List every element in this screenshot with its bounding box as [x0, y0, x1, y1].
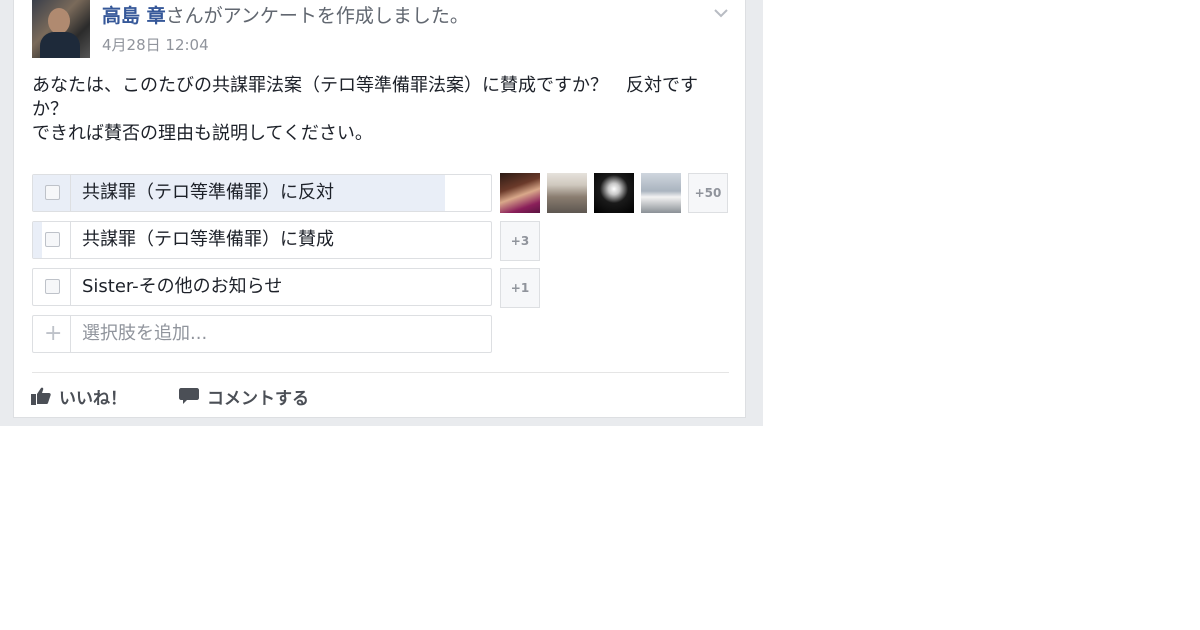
- voter-avatar[interactable]: [594, 173, 634, 213]
- more-voters-count[interactable]: +1: [500, 268, 540, 308]
- author-avatar[interactable]: [32, 0, 90, 58]
- poll-option-oppose[interactable]: 共謀罪（テロ等準備罪）に反対: [32, 174, 492, 212]
- option-checkbox-cell[interactable]: [33, 175, 71, 211]
- comment-label: コメントする: [207, 388, 309, 409]
- poll-question: あなたは、このたびの共謀罪法案（テロ等準備罪法案）に賛成ですか？ 反対ですか？ …: [32, 74, 732, 146]
- option-label: 共謀罪（テロ等準備罪）に賛成: [82, 229, 334, 250]
- poll-question-line: あなたは、このたびの共謀罪法案（テロ等準備罪法案）に賛成ですか？ 反対ですか？: [32, 75, 698, 120]
- speech-bubble-icon: [179, 388, 199, 404]
- voter-avatar[interactable]: [500, 173, 540, 213]
- post-timestamp[interactable]: 4月28日 12:04: [102, 34, 209, 55]
- option-checkbox-cell[interactable]: [33, 222, 71, 258]
- more-voters-count[interactable]: +3: [500, 221, 540, 261]
- more-voters-count[interactable]: +50: [688, 173, 728, 213]
- like-label: いいね！: [59, 388, 127, 409]
- author-name-link[interactable]: 高島 章: [102, 5, 166, 27]
- post-header: 高島 章さんがアンケートを作成しました。: [102, 2, 469, 30]
- voter-avatar[interactable]: [641, 173, 681, 213]
- chevron-down-icon[interactable]: [713, 4, 729, 18]
- option-checkbox[interactable]: [45, 279, 60, 294]
- option-label: Sister-その他のお知らせ: [82, 276, 283, 297]
- comment-button[interactable]: コメントする: [179, 383, 309, 409]
- option-checkbox[interactable]: [45, 185, 60, 200]
- poll-option-other[interactable]: Sister-その他のお知らせ: [32, 268, 492, 306]
- plus-icon[interactable]: +: [44, 320, 62, 348]
- add-option-row[interactable]: + 選択肢を追加...: [32, 315, 492, 353]
- option-label: 共謀罪（テロ等準備罪）に反対: [82, 182, 334, 203]
- option-checkbox[interactable]: [45, 232, 60, 247]
- voter-avatar[interactable]: [547, 173, 587, 213]
- add-option-input[interactable]: 選択肢を追加...: [82, 316, 207, 352]
- action-divider: [32, 372, 729, 373]
- poll-question-line: できれば賛否の理由も説明してください。: [32, 123, 373, 144]
- poll-option-support[interactable]: 共謀罪（テロ等準備罪）に賛成: [32, 221, 492, 259]
- option-checkbox-cell[interactable]: [33, 269, 71, 305]
- post-action-text: さんがアンケートを作成しました。: [165, 5, 469, 27]
- thumbs-up-icon: [31, 387, 51, 405]
- like-button[interactable]: いいね！: [31, 383, 127, 409]
- poll-post-card: 高島 章さんがアンケートを作成しました。 4月28日 12:04 あなたは、この…: [13, 0, 746, 418]
- add-option-cell[interactable]: +: [33, 316, 71, 352]
